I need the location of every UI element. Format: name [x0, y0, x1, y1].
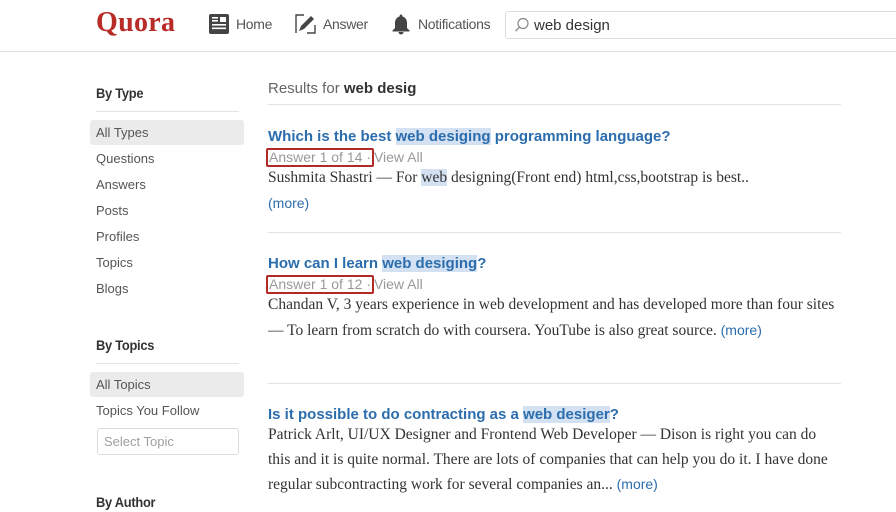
answer-count: Answer 1 of 14 ·	[266, 148, 374, 167]
filter-answers[interactable]: Answers	[90, 172, 244, 197]
quora-logo[interactable]: Quora	[96, 7, 175, 39]
divider	[96, 363, 239, 364]
divider	[268, 104, 841, 105]
view-all-link[interactable]: View All	[374, 149, 423, 165]
filter-all-types[interactable]: All Types	[90, 120, 244, 145]
more-link[interactable]: (more)	[268, 195, 309, 211]
search-icon	[515, 17, 529, 32]
result-question-title[interactable]: Is it possible to do contracting as a we…	[268, 406, 619, 423]
nav-home-label: Home	[236, 16, 273, 32]
result-question-title[interactable]: Which is the best web desiging programmi…	[268, 128, 671, 145]
divider	[268, 383, 841, 384]
search-input[interactable]	[534, 16, 874, 34]
nav-notifications[interactable]: Notifications	[390, 12, 491, 36]
filter-profiles[interactable]: Profiles	[90, 224, 244, 249]
select-topic-input[interactable]	[97, 428, 239, 455]
search-highlight: web desiger	[523, 406, 610, 423]
filter-questions[interactable]: Questions	[90, 146, 244, 171]
more-link[interactable]: (more)	[617, 476, 658, 492]
by-type-heading: By Type	[96, 85, 144, 101]
answer-meta: Answer 1 of 12 · View All	[266, 275, 423, 294]
filter-blogs[interactable]: Blogs	[90, 276, 244, 301]
view-all-link[interactable]: View All	[374, 276, 423, 292]
pencil-answer-icon	[295, 14, 316, 34]
search-highlight: web	[421, 169, 448, 186]
filter-topics[interactable]: Topics	[90, 250, 244, 275]
result-question-title[interactable]: How can I learn web desiging?	[268, 255, 486, 272]
nav-answer[interactable]: Answer	[295, 12, 368, 36]
bell-icon	[392, 14, 410, 35]
filter-posts[interactable]: Posts	[90, 198, 244, 223]
nav-home[interactable]: Home	[208, 12, 272, 36]
search-highlight: web desiging	[382, 255, 478, 272]
divider	[96, 111, 239, 112]
filter-topics-you-follow[interactable]: Topics You Follow	[90, 398, 244, 423]
filter-all-topics[interactable]: All Topics	[90, 372, 244, 397]
answer-snippet: Chandan V, 3 years experience in web dev…	[268, 296, 835, 339]
results-query: web desig	[343, 80, 417, 97]
nav-answer-label: Answer	[323, 16, 368, 32]
search-highlight: web desiging	[395, 128, 491, 145]
nav-notifications-label: Notifications	[418, 16, 491, 32]
results-heading: Results for web desig	[268, 80, 417, 97]
answer-snippet: Sushmita Shastri — For web designing(Fro…	[268, 169, 749, 211]
divider	[268, 232, 841, 233]
search-box[interactable]	[505, 11, 896, 39]
answer-meta: Answer 1 of 14 · View All	[266, 148, 423, 167]
by-author-heading: By Author	[96, 494, 156, 510]
home-feed-icon	[209, 14, 229, 34]
more-link[interactable]: (more)	[721, 322, 762, 338]
by-topics-heading: By Topics	[96, 337, 155, 353]
answer-count: Answer 1 of 12 ·	[266, 275, 374, 294]
top-header: Quora Home Answer Notifications	[0, 0, 896, 52]
answer-snippet: Patrick Arlt, UI/UX Designer and Fronten…	[268, 426, 828, 493]
